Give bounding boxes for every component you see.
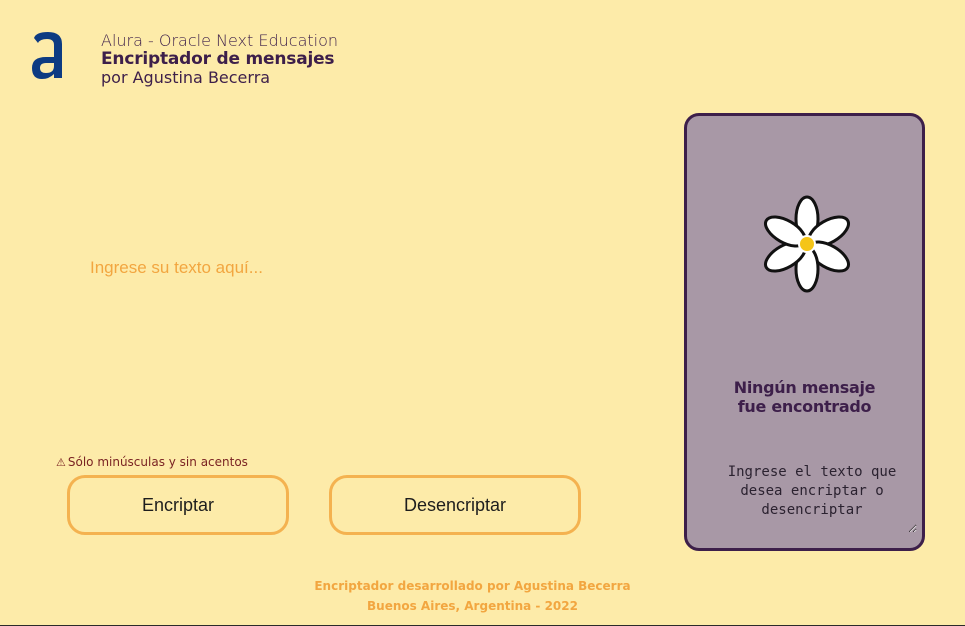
app-title: Encriptador de mensajes [101, 49, 335, 69]
author-line: por Agustina Becerra [101, 68, 271, 87]
empty-title-line1: Ningún mensaje [733, 378, 876, 397]
empty-message-title: Ningún mensaje fue encontrado [687, 378, 922, 416]
header-subtitle: Alura - Oracle Next Education [101, 31, 339, 50]
footer: Encriptador desarrollado por Agustina Be… [0, 576, 945, 616]
decrypt-button-label: Desencriptar [403, 494, 507, 515]
message-input[interactable] [80, 250, 660, 446]
footer-credit: Encriptador desarrollado por Agustina Be… [314, 579, 631, 593]
output-textarea[interactable] [707, 461, 917, 533]
alura-logo-icon [30, 30, 66, 82]
input-warning: ⚠ Sólo minúsculas y sin acentos [56, 455, 248, 469]
footer-location: Buenos Aires, Argentina - 2022 [367, 599, 578, 613]
warning-text: Sólo minúsculas y sin acentos [67, 455, 248, 469]
encrypt-button[interactable]: Encriptar [67, 475, 289, 535]
warning-icon: ⚠ [56, 456, 66, 469]
output-panel: Ningún mensaje fue encontrado [684, 113, 925, 551]
empty-title-line2: fue encontrado [737, 397, 872, 416]
header-title-block: Alura - Oracle Next Education Encriptado… [101, 31, 338, 87]
encrypt-button-label: Encriptar [141, 494, 215, 515]
decrypt-button[interactable]: Desencriptar [329, 475, 581, 535]
daisy-icon [757, 194, 857, 294]
